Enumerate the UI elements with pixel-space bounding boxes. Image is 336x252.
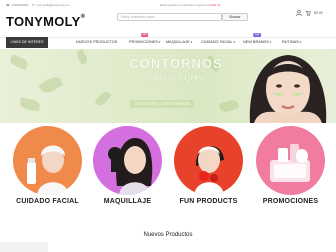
user-icon[interactable] [296,10,302,16]
free-shipping-text: Envío gratis con compras mayores a [160,3,209,7]
free-shipping-banner: Envío gratis con compras mayores a $399.… [160,3,220,7]
phone-contact[interactable]: ☎ 2282828282 [6,3,28,7]
banner-title: CONTORNOS [129,56,223,71]
search-input[interactable]: Estoy buscando para... [117,13,222,21]
email-contact[interactable]: ✉ tony.molly@tonymoly.mx [32,3,69,7]
category-photo [270,144,310,182]
model-photo [249,55,327,123]
nav-label: NEW BRANDS [243,40,269,44]
mail-icon: ✉ [32,3,35,7]
nav-label: CUIDADO FACIAL [201,40,233,44]
nav-item-new-brands[interactable]: new NEW BRANDS ▾ [243,33,271,48]
nav-label: RUTINAS [282,40,299,44]
nav-item-nuevos[interactable]: NUEVOS PRODUCTOS [76,37,117,48]
nav-label: MAQUILLAJE [166,40,190,44]
category-label[interactable]: PROMOCIONES [256,198,325,205]
nav-item-promociones[interactable]: sale PROMOCIONES ▾ [129,33,160,48]
nav-label: NUEVOS PRODUCTOS [76,40,118,44]
email-text: tony.molly@tonymoly.mx [36,3,70,7]
category-maquillaje[interactable] [93,126,162,195]
category-photo [27,145,69,195]
cart-total: $0.00 [314,11,323,15]
product-preview [0,242,48,252]
category-promociones[interactable] [256,126,325,195]
nav-item-maquillaje[interactable]: MAQUILLAJE ▾ [166,37,192,48]
logo-text: TONYMOLY [6,14,81,29]
sale-badge: sale [140,33,149,37]
category-photo [194,146,224,195]
phone-text: 2282828282 [11,3,29,7]
nav-item-rutinas[interactable]: RUTINAS ▾ [282,37,301,48]
links-menu-button[interactable]: LINKS DE INTERES [6,37,48,48]
banner-cta-button[interactable]: CONOCER CONTORNOS [130,100,194,108]
banner-subtitle: para ojos [148,70,204,84]
site-logo[interactable]: TONYMOLY® [6,14,85,29]
search-button[interactable]: Buscar [222,13,248,21]
category-photo [108,138,153,195]
category-cuidado-facial[interactable] [13,126,82,195]
new-badge: new [253,33,261,37]
phone-icon: ☎ [6,3,10,7]
nav-item-cuidado-facial[interactable]: CUIDADO FACIAL ▾ [201,37,235,48]
nav-label: PROMOCIONES [129,40,158,44]
category-label[interactable]: FUN PRODUCTS [174,198,243,205]
category-label[interactable]: CUIDADO FACIAL [13,198,82,205]
header-icons: $0.00 [296,10,323,16]
free-shipping-amount: $399.00 [209,3,221,7]
category-label[interactable]: MAQUILLAJE [93,198,162,205]
cart-icon[interactable] [305,10,311,16]
section-title: Nuevos Productos [143,232,193,238]
category-fun-products[interactable] [174,126,243,195]
